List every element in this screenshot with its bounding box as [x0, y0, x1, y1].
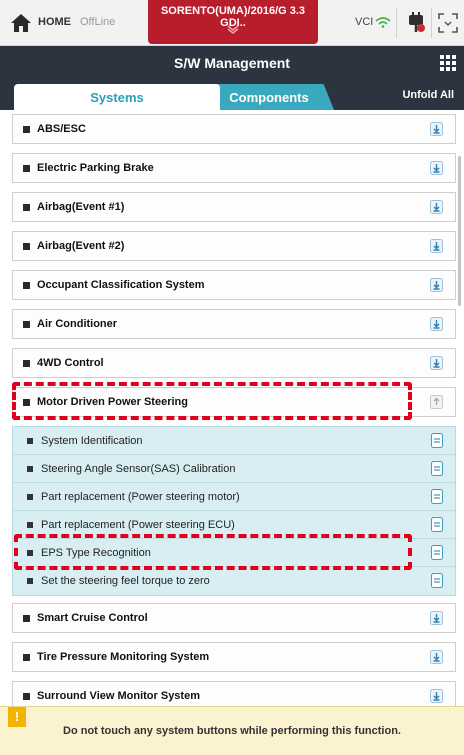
bullet: [27, 494, 33, 500]
home-label[interactable]: HOME: [38, 16, 71, 28]
system-item-airbag-event-1[interactable]: Airbag(Event #1): [12, 192, 456, 222]
bullet: [23, 654, 30, 661]
top-status-bar: HOME OffLine SORENTO(UMA)/2016/G 3.3 GDI…: [0, 0, 464, 46]
bullet: [23, 282, 30, 289]
tab-systems[interactable]: Systems: [14, 84, 220, 110]
system-item-electric-parking-brake[interactable]: Electric Parking Brake: [12, 153, 456, 183]
document-icon: [431, 573, 443, 588]
bullet: [27, 578, 33, 584]
bullet: [23, 126, 30, 133]
home-icon[interactable]: [10, 13, 32, 33]
system-label: Electric Parking Brake: [37, 162, 154, 174]
download-icon: [430, 278, 443, 292]
function-label: Steering Angle Sensor(SAS) Calibration: [41, 463, 236, 475]
divider: [396, 8, 397, 38]
document-icon: [431, 461, 443, 476]
system-label: ABS/ESC: [37, 123, 86, 135]
bullet: [23, 360, 30, 367]
scrollbar[interactable]: [458, 156, 461, 306]
plug-icon[interactable]: [405, 12, 427, 34]
download-icon: [430, 611, 443, 625]
system-label: Occupant Classification System: [37, 279, 205, 291]
download-icon: [430, 689, 443, 703]
download-icon: [430, 200, 443, 214]
system-label: 4WD Control: [37, 357, 104, 369]
system-item-4wd-control[interactable]: 4WD Control: [12, 348, 456, 378]
function-item-sas-calibration[interactable]: Steering Angle Sensor(SAS) Calibration: [13, 455, 455, 483]
function-label: Part replacement (Power steering ECU): [41, 519, 235, 531]
download-icon: [430, 317, 443, 331]
document-icon: [431, 545, 443, 560]
function-item-steering-feel-torque-zero[interactable]: Set the steering feel torque to zero: [13, 567, 455, 595]
page-title: S/W Management: [174, 55, 290, 71]
tab-bar: Components Systems Unfold All: [0, 80, 464, 110]
wifi-icon: [375, 17, 391, 28]
download-icon: [430, 161, 443, 175]
bullet: [27, 522, 33, 528]
warning-bar: ! Do not touch any system buttons while …: [0, 706, 464, 755]
function-label: System Identification: [41, 435, 143, 447]
document-icon: [431, 489, 443, 504]
bullet: [23, 204, 30, 211]
connection-status: OffLine: [80, 16, 116, 28]
bullet: [23, 321, 30, 328]
bullet: [23, 693, 30, 700]
tab-components[interactable]: Components: [204, 84, 334, 110]
system-item-abs-esc[interactable]: ABS/ESC: [12, 114, 456, 144]
highlight-motor-driven-power-steering: [12, 382, 412, 420]
function-list: System Identification Steering Angle Sen…: [12, 426, 456, 596]
download-icon: [430, 650, 443, 664]
divider: [431, 8, 432, 38]
system-item-surround-view-monitor[interactable]: Surround View Monitor System: [12, 681, 456, 706]
system-label: Smart Cruise Control: [37, 612, 148, 624]
warning-icon: !: [8, 707, 26, 727]
document-icon: [431, 433, 443, 448]
system-item-air-conditioner[interactable]: Air Conditioner: [12, 309, 456, 339]
system-item-airbag-event-2[interactable]: Airbag(Event #2): [12, 231, 456, 261]
download-icon: [430, 356, 443, 370]
capture-icon[interactable]: [438, 13, 458, 33]
upload-icon: [430, 395, 443, 409]
function-item-part-replacement-motor[interactable]: Part replacement (Power steering motor): [13, 483, 455, 511]
system-label: Airbag(Event #1): [37, 201, 125, 213]
system-label: Surround View Monitor System: [37, 690, 200, 702]
system-label: Air Conditioner: [37, 318, 118, 330]
bullet: [23, 165, 30, 172]
vci-label: VCI: [355, 16, 374, 28]
system-item-tire-pressure-monitoring[interactable]: Tire Pressure Monitoring System: [12, 642, 456, 672]
download-icon: [430, 122, 443, 136]
bullet: [23, 243, 30, 250]
function-item-system-identification[interactable]: System Identification: [13, 427, 455, 455]
bullet: [27, 466, 33, 472]
function-label: Part replacement (Power steering motor): [41, 491, 240, 503]
grid-icon[interactable]: [440, 55, 456, 71]
bullet: [27, 438, 33, 444]
unfold-all-button[interactable]: Unfold All: [402, 89, 454, 101]
system-item-occupant-classification[interactable]: Occupant Classification System: [12, 270, 456, 300]
header-bar: S/W Management: [0, 46, 464, 80]
document-icon: [431, 517, 443, 532]
vehicle-selector[interactable]: SORENTO(UMA)/2016/G 3.3 GDI..: [148, 0, 318, 44]
highlight-eps-type-recognition: [14, 534, 412, 570]
download-icon: [430, 239, 443, 253]
system-list: ABS/ESC Electric Parking Brake Airbag(Ev…: [0, 110, 464, 706]
function-label: Set the steering feel torque to zero: [41, 575, 210, 587]
system-label: Airbag(Event #2): [37, 240, 125, 252]
bullet: [23, 615, 30, 622]
warning-text: Do not touch any system buttons while pe…: [63, 725, 401, 737]
system-label: Tire Pressure Monitoring System: [37, 651, 210, 663]
system-item-smart-cruise-control[interactable]: Smart Cruise Control: [12, 603, 456, 633]
chevron-down-icon: [227, 25, 239, 34]
